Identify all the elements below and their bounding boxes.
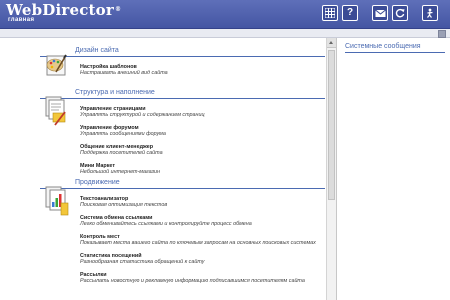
main-panel: Дизайн сайта Настройка шаблонов Настраив… bbox=[0, 38, 326, 300]
logo-registered-mark: ® bbox=[114, 6, 122, 13]
grid-icon bbox=[325, 8, 335, 18]
item-description: Показывает места вашего сайта по ключевы… bbox=[80, 240, 316, 246]
system-messages-panel: Системные сообщения bbox=[336, 38, 450, 300]
refresh-button[interactable] bbox=[392, 5, 408, 21]
list-item[interactable]: Управление форумом Управлять сообщениями… bbox=[80, 125, 325, 137]
app-header: WebDirector® главная ? bbox=[0, 0, 450, 29]
app-logo[interactable]: WebDirector® bbox=[6, 2, 121, 18]
section-design: Дизайн сайта Настройка шаблонов Настраив… bbox=[40, 47, 325, 76]
item-description: Поддержка посетителей сайта bbox=[80, 150, 163, 156]
section-promotion: Продвижение Текстоанализатор Поисковая о… bbox=[40, 179, 325, 284]
page-subtitle: главная bbox=[8, 17, 35, 23]
list-item[interactable]: Статистика посещений Разнообразная стати… bbox=[80, 253, 325, 265]
item-description: Легко обменивайтесь ссылками и контролир… bbox=[80, 221, 252, 227]
mail-icon bbox=[374, 9, 386, 17]
list-item[interactable]: Управление страницами Управлять структур… bbox=[80, 106, 325, 118]
refresh-icon bbox=[395, 8, 405, 18]
section-title[interactable]: Продвижение bbox=[40, 179, 325, 189]
grid-button[interactable] bbox=[322, 5, 338, 21]
list-item[interactable]: Настройка шаблонов Настраивать внешний в… bbox=[80, 64, 325, 76]
main-scrollbar[interactable] bbox=[326, 38, 336, 300]
list-item[interactable]: Мини Маркет Небольшой интернет-магазин bbox=[80, 163, 325, 175]
toolbar: ? bbox=[322, 5, 438, 21]
item-description: Настраивать внешний вид сайта bbox=[80, 70, 168, 76]
list-item[interactable]: Контроль мест Показывает места вашего са… bbox=[80, 234, 325, 246]
mail-button[interactable] bbox=[372, 5, 388, 21]
list-item[interactable]: Рассылки Рассылать новостную и рекламную… bbox=[80, 272, 325, 284]
scroll-up-arrow-icon[interactable] bbox=[327, 38, 336, 48]
item-description: Поисковая оптимизация текстов bbox=[80, 202, 168, 208]
scroll-thumb[interactable] bbox=[328, 50, 335, 200]
panel-toggle-icon[interactable] bbox=[438, 30, 446, 38]
section-title[interactable]: Дизайн сайта bbox=[40, 47, 325, 57]
exit-icon bbox=[427, 8, 433, 18]
item-description: Небольшой интернет-магазин bbox=[80, 169, 160, 175]
list-item[interactable]: Текстоанализатор Поисковая оптимизация т… bbox=[80, 196, 325, 208]
list-item[interactable]: Общение клиент-менеджер Поддержка посети… bbox=[80, 144, 325, 156]
section-title[interactable]: Структура и наполнение bbox=[40, 89, 325, 99]
documents-pencil-icon bbox=[45, 96, 66, 126]
item-description: Управлять структурой и содержанием стран… bbox=[80, 112, 205, 118]
header-strip bbox=[0, 29, 450, 38]
section-structure: Структура и наполнение Управление страни… bbox=[40, 89, 325, 175]
item-description: Разнообразная статистика обращений к сай… bbox=[80, 259, 205, 265]
list-item[interactable]: Система обмена ссылками Легко обменивайт… bbox=[80, 215, 325, 227]
system-messages-title: Системные сообщения bbox=[345, 43, 445, 53]
documents-chart-icon bbox=[45, 186, 69, 216]
item-description: Рассылать новостную и рекламную информац… bbox=[80, 278, 305, 284]
brush-palette-icon bbox=[46, 54, 67, 76]
exit-button[interactable] bbox=[422, 5, 438, 21]
help-button[interactable]: ? bbox=[342, 5, 358, 21]
help-icon: ? bbox=[346, 7, 354, 18]
item-description: Управлять сообщениями форума bbox=[80, 131, 166, 137]
